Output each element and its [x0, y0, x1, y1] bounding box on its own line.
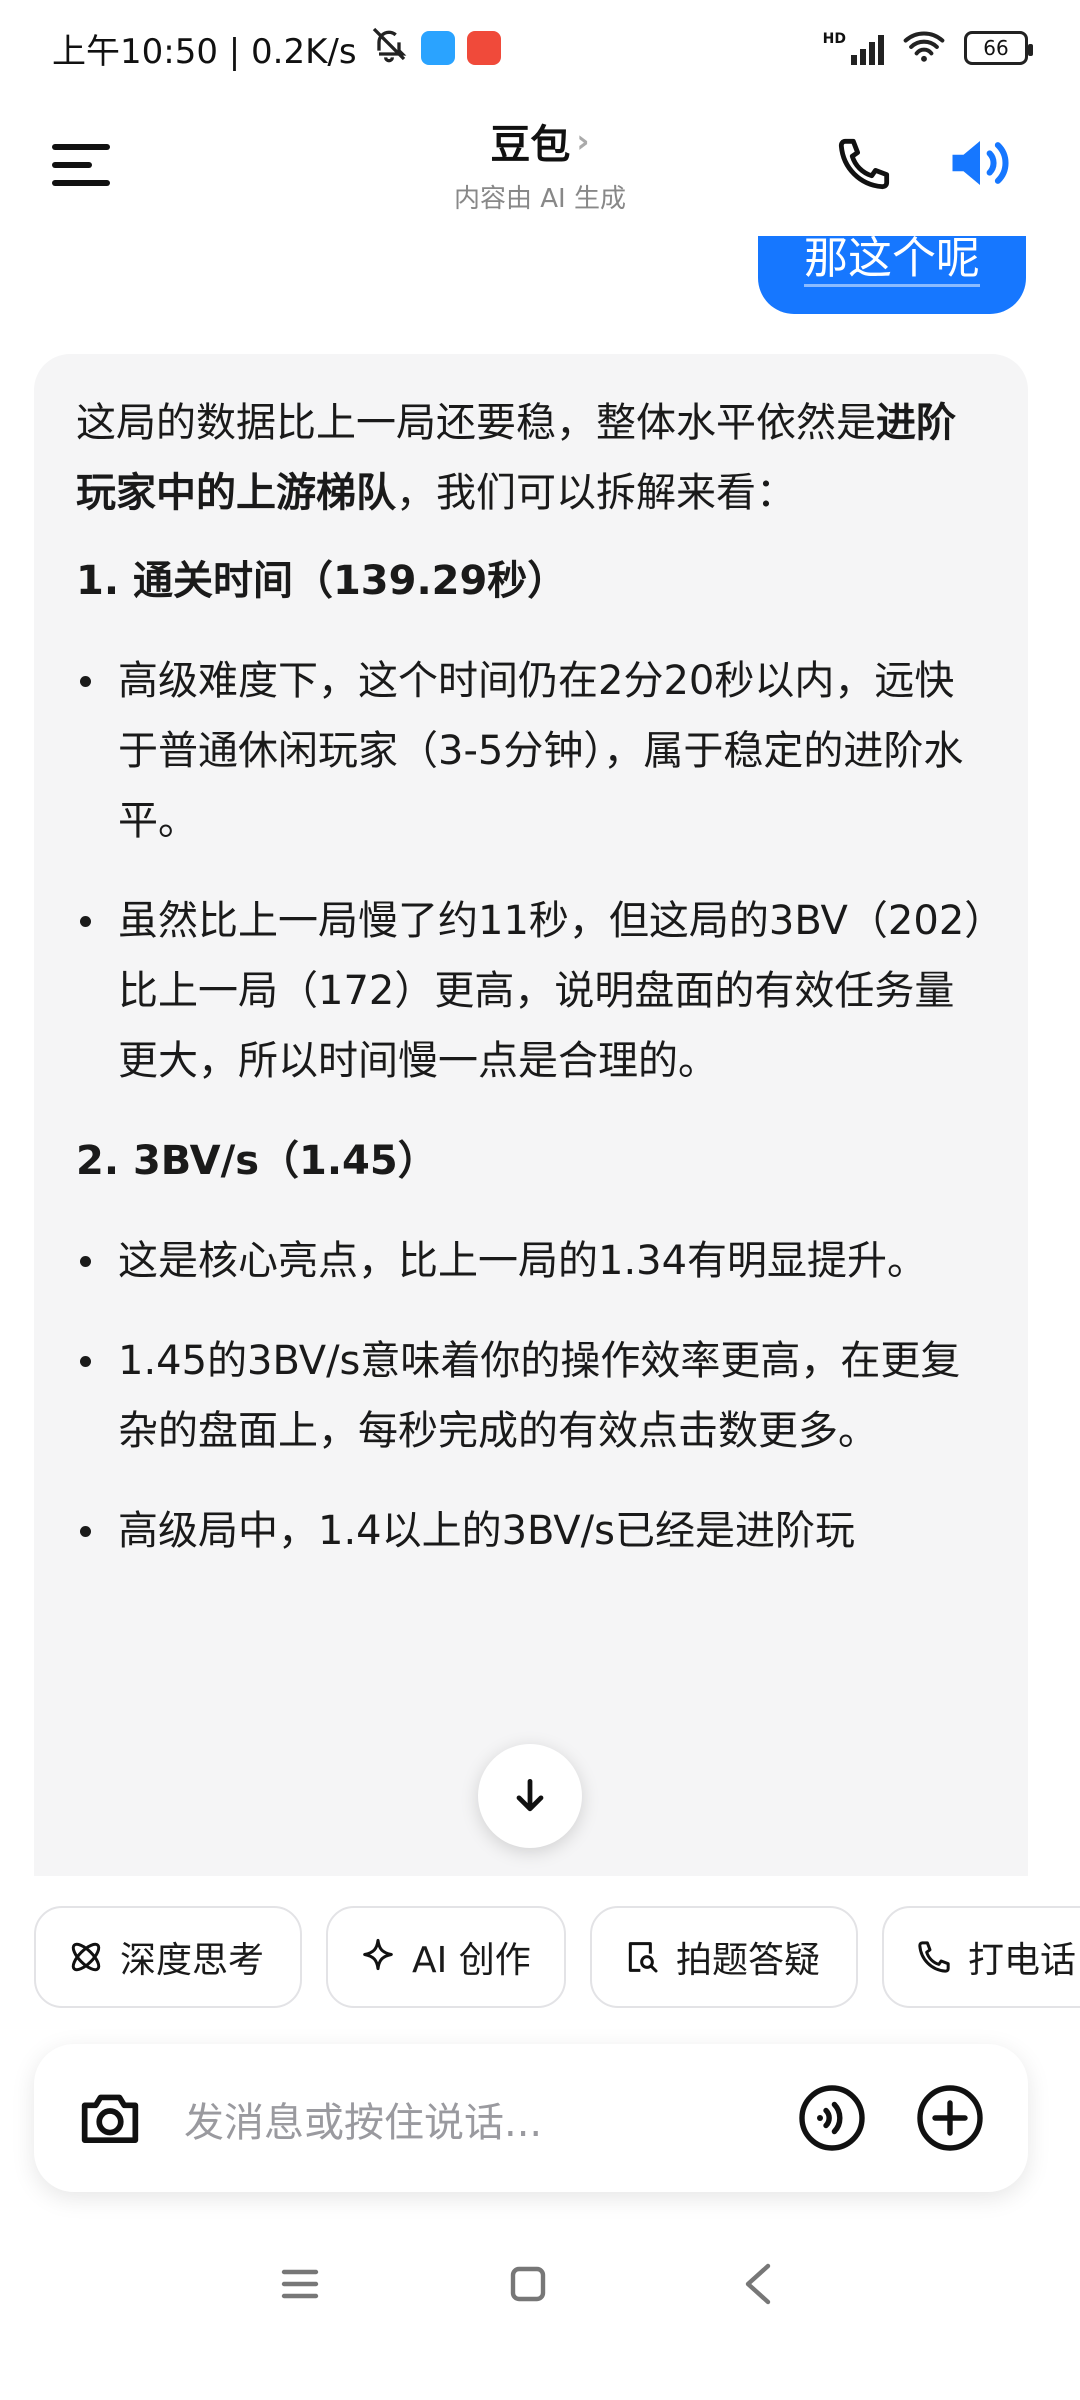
app-icon-blue — [420, 31, 455, 65]
chip-phone-call[interactable]: 打电话 — [882, 1906, 1080, 2008]
list-item: 1.45的3BV/s意味着你的操作效率更高，在更复杂的盘面上，每秒完成的有效点击… — [76, 1326, 986, 1466]
wifi-icon — [902, 29, 946, 67]
arrow-down-icon — [516, 1778, 544, 1812]
plus-icon[interactable] — [914, 2082, 986, 2154]
sparkle-icon — [363, 1938, 393, 1971]
status-bar: 上午10:50 | 0.2K/s HD 66 — [0, 0, 1080, 96]
bullet-list: 高级难度下，这个时间仍在2分20秒以内，远快于普通休闲玩家（3-5分钟），属于稳… — [76, 646, 986, 1096]
scroll-to-bottom-button[interactable] — [478, 1744, 582, 1848]
signal-icon: HD — [823, 31, 884, 65]
chevron-right-icon: › — [576, 122, 590, 160]
system-nav-bar — [0, 2240, 1080, 2340]
bullet-list: 这是核心亮点，比上一局的1.34有明显提升。 1.45的3BV/s意味着你的操作… — [76, 1226, 986, 1566]
message-input[interactable]: 发消息或按住说话... — [184, 2090, 542, 2148]
chip-label: 打电话 — [968, 1940, 1077, 1981]
phone-icon — [918, 1941, 950, 1973]
ai-response-card: 这局的数据比上一局还要稳，整体水平依然是进阶玩家中的上游梯队，我们可以拆解来看：… — [34, 354, 1028, 1876]
camera-icon[interactable] — [72, 2080, 148, 2156]
status-time-speed: 上午10:50 | 0.2K/s — [52, 31, 357, 72]
chip-ai-create[interactable]: AI 创作 — [326, 1906, 566, 2008]
chat-header: 豆包 › 内容由 AI 生成 — [0, 96, 1080, 236]
suggestion-chips: 深度思考 AI 创作 拍题答疑 打电话 — [0, 1906, 1080, 2010]
page-title[interactable]: 豆包 — [490, 112, 570, 170]
back-icon[interactable] — [738, 2260, 778, 2308]
atom-icon — [71, 1942, 101, 1972]
phone-icon[interactable] — [832, 132, 896, 196]
speaker-icon[interactable] — [944, 130, 1016, 196]
chat-scroll-area[interactable]: 那这个呢 这局的数据比上一局还要稳，整体水平依然是进阶玩家中的上游梯队，我们可以… — [0, 236, 1080, 1876]
ai-disclaimer: 内容由 AI 生成 — [454, 184, 626, 214]
document-search-icon — [628, 1942, 658, 1973]
user-message-bubble[interactable]: 那这个呢 — [758, 236, 1026, 314]
network-type: HD — [822, 31, 846, 47]
chip-label: AI 创作 — [412, 1940, 531, 1981]
mute-icon — [369, 24, 409, 73]
intro-text-end: ，我们可以拆解来看： — [396, 470, 796, 516]
home-icon[interactable] — [508, 2264, 548, 2304]
chip-deep-thinking[interactable]: 深度思考 — [34, 1906, 302, 2008]
title-block[interactable]: 豆包 › 内容由 AI 生成 — [0, 112, 1080, 215]
recents-icon[interactable] — [280, 2264, 320, 2304]
section-heading: 1. 通关时间（139.29秒） — [76, 558, 568, 604]
chip-photo-question[interactable]: 拍题答疑 — [590, 1906, 858, 2008]
list-item: 高级难度下，这个时间仍在2分20秒以内，远快于普通休闲玩家（3-5分钟），属于稳… — [76, 646, 986, 856]
voice-call-icon[interactable] — [796, 2082, 868, 2154]
list-item: 这是核心亮点，比上一局的1.34有明显提升。 — [76, 1226, 986, 1296]
chip-label: 深度思考 — [120, 1940, 265, 1981]
list-item: 高级局中，1.4以上的3BV/s已经是进阶玩 — [76, 1496, 986, 1566]
section-heading: 2. 3BV/s（1.45） — [76, 1138, 438, 1184]
message-input-bar: 发消息或按住说话... — [34, 2044, 1028, 2192]
chip-label: 拍题答疑 — [676, 1940, 821, 1981]
list-item: 虽然比上一局慢了约11秒，但这局的3BV（202）比上一局（172）更高，说明盘… — [76, 886, 986, 1096]
intro-text: 这局的数据比上一局还要稳，整体水平依然是 — [76, 400, 876, 446]
battery-icon: 66 — [964, 31, 1033, 65]
app-icon-red — [466, 31, 501, 65]
battery-level: 66 — [983, 36, 1009, 60]
ai-intro: 这局的数据比上一局还要稳，整体水平依然是进阶玩家中的上游梯队，我们可以拆解来看： — [76, 388, 986, 528]
user-message-text: 那这个呢 — [804, 236, 980, 287]
